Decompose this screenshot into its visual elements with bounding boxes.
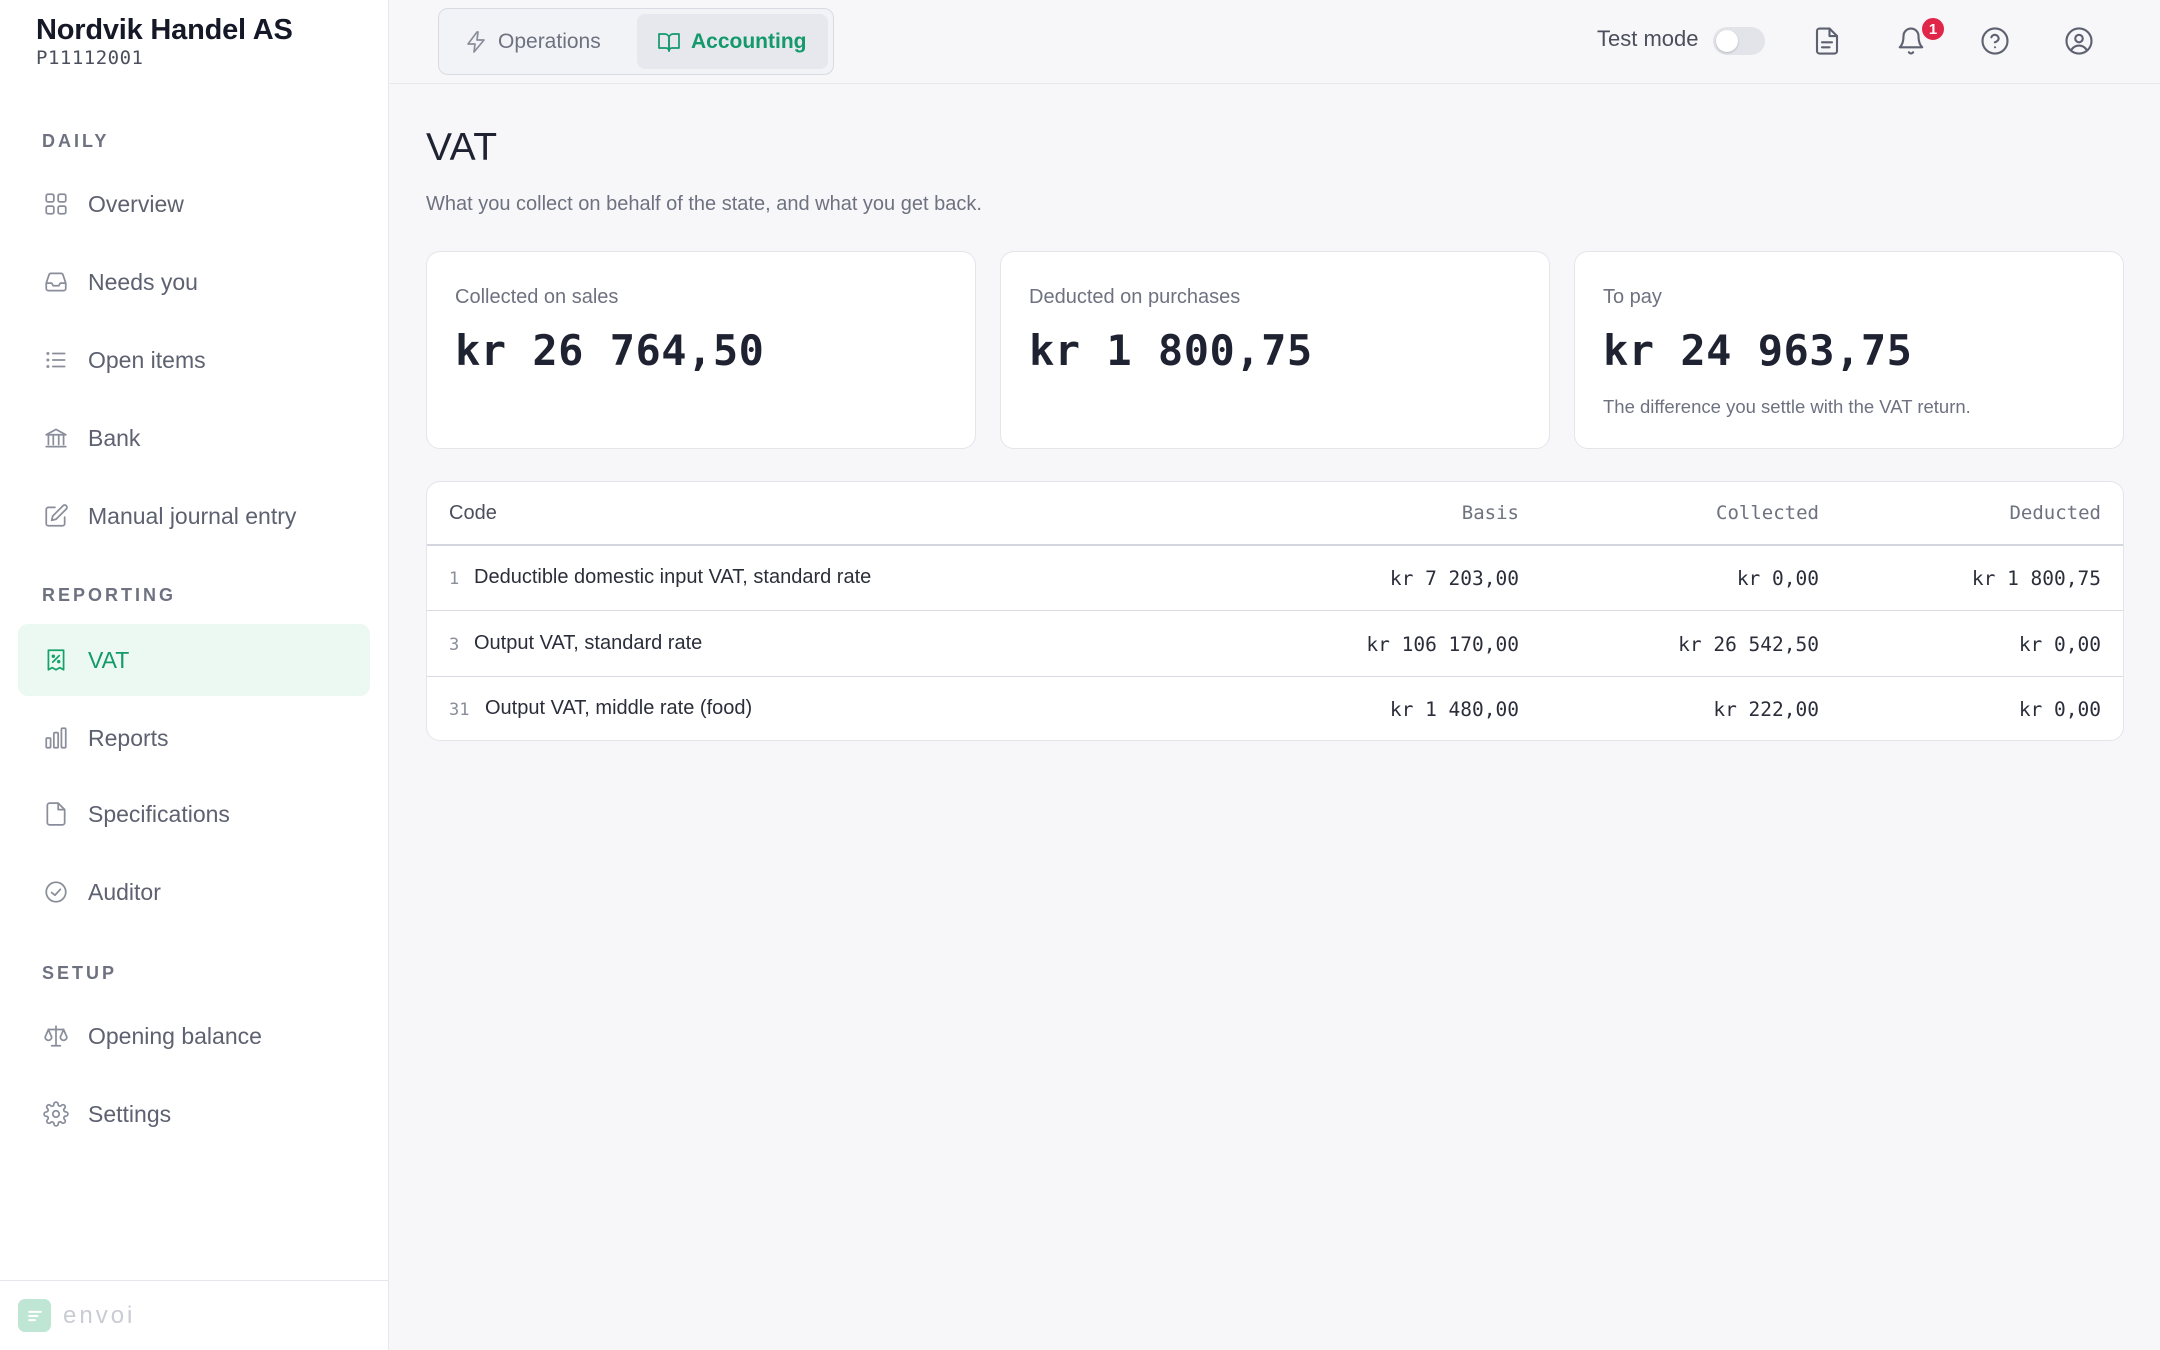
card-label: Collected on sales bbox=[455, 286, 619, 308]
top-bar: Operations Accounting Test mode 1 bbox=[390, 0, 2160, 84]
sidebar-item-label: Open items bbox=[88, 346, 206, 373]
bank-icon bbox=[42, 424, 70, 452]
row-deducted: kr 0,00 bbox=[2018, 633, 2101, 656]
sidebar-item-label: Overview bbox=[88, 190, 184, 217]
sidebar-item-label: Opening balance bbox=[88, 1022, 262, 1049]
row-description: Output VAT, middle rate (food) bbox=[485, 697, 753, 719]
row-basis: kr 106 170,00 bbox=[1366, 633, 1519, 656]
column-header-basis[interactable]: Basis bbox=[1462, 502, 1519, 524]
sidebar-item-bank[interactable]: Bank bbox=[18, 402, 370, 474]
sidebar-item-reports[interactable]: Reports bbox=[18, 702, 370, 774]
row-basis: kr 7 203,00 bbox=[1389, 567, 1519, 590]
card-label: To pay bbox=[1603, 286, 1662, 308]
sidebar-item-label: Reports bbox=[88, 724, 169, 751]
mode-switcher: Operations Accounting bbox=[438, 8, 834, 75]
row-description: Output VAT, standard rate bbox=[474, 632, 703, 654]
notification-badge: 1 bbox=[1920, 16, 1946, 42]
row-collected: kr 0,00 bbox=[1736, 567, 1819, 590]
inbox-icon bbox=[42, 268, 70, 296]
test-mode-toggle[interactable] bbox=[1713, 27, 1765, 55]
section-label-reporting: REPORTING bbox=[42, 585, 177, 605]
grid-icon bbox=[42, 190, 70, 218]
sidebar-footer: envoi bbox=[0, 1280, 389, 1350]
vat-codes-table: Code Basis Collected Deducted 1 Deductib… bbox=[426, 481, 2124, 741]
account-button[interactable] bbox=[2060, 22, 2098, 60]
sidebar-item-settings[interactable]: Settings bbox=[18, 1078, 370, 1150]
sidebar-item-specifications[interactable]: Specifications bbox=[18, 778, 370, 850]
row-collected: kr 26 542,50 bbox=[1678, 633, 1819, 656]
section-label-daily: DAILY bbox=[42, 131, 110, 151]
card-label: Deducted on purchases bbox=[1029, 286, 1241, 308]
scale-icon bbox=[42, 1022, 70, 1050]
column-header-code[interactable]: Code bbox=[449, 502, 497, 525]
pencil-square-icon bbox=[42, 502, 70, 530]
toggle-knob bbox=[1716, 30, 1738, 52]
tab-accounting[interactable]: Accounting bbox=[637, 14, 828, 69]
sidebar-item-label: Settings bbox=[88, 1100, 172, 1127]
document-icon bbox=[1815, 27, 1839, 55]
user-circle-icon bbox=[2065, 27, 2093, 55]
org-name[interactable]: Nordvik Handel AS bbox=[36, 14, 293, 47]
sidebar-item-label: VAT bbox=[88, 646, 130, 673]
sidebar-item-label: Needs you bbox=[88, 268, 198, 295]
card-deducted-on-purchases: Deducted on purchases kr 1 800,75 bbox=[1000, 251, 1550, 449]
list-icon bbox=[42, 346, 70, 374]
table-row[interactable]: 1 Deductible domestic input VAT, standar… bbox=[427, 546, 2123, 611]
row-code: 31 bbox=[449, 700, 470, 720]
row-description: Deductible domestic input VAT, standard … bbox=[474, 566, 872, 588]
sidebar-item-vat[interactable]: VAT bbox=[18, 624, 370, 696]
org-id: P11112001 bbox=[36, 47, 144, 69]
sidebar: Nordvik Handel AS P11112001 DAILY Overvi… bbox=[0, 0, 389, 1350]
help-circle-icon bbox=[1981, 27, 2009, 55]
row-collected: kr 222,00 bbox=[1713, 698, 1819, 721]
table-row[interactable]: 3 Output VAT, standard rate kr 106 170,0… bbox=[427, 612, 2123, 677]
card-value: kr 26 764,50 bbox=[455, 326, 765, 375]
bar-chart-icon bbox=[42, 724, 70, 752]
sidebar-item-opening-balance[interactable]: Opening balance bbox=[18, 1000, 370, 1072]
column-header-deducted[interactable]: Deducted bbox=[2009, 502, 2101, 524]
receipt-percent-icon bbox=[42, 646, 70, 674]
check-circle-icon bbox=[42, 878, 70, 906]
column-header-collected[interactable]: Collected bbox=[1716, 502, 1819, 524]
row-code: 1 bbox=[449, 569, 460, 589]
tab-label: Operations bbox=[498, 29, 601, 53]
sidebar-item-manual-journal-entry[interactable]: Manual journal entry bbox=[18, 480, 370, 552]
sidebar-item-needs-you[interactable]: Needs you bbox=[18, 246, 370, 318]
sidebar-item-open-items[interactable]: Open items bbox=[18, 324, 370, 396]
table-row[interactable]: 31 Output VAT, middle rate (food) kr 1 4… bbox=[427, 677, 2123, 740]
table-header: Code Basis Collected Deducted bbox=[427, 482, 2123, 546]
card-value: kr 24 963,75 bbox=[1603, 326, 1913, 375]
brand-logo-icon bbox=[18, 1299, 51, 1332]
lightning-icon bbox=[467, 30, 485, 53]
brand-name: envoi bbox=[63, 1301, 136, 1329]
book-open-icon bbox=[658, 32, 680, 52]
sidebar-item-label: Auditor bbox=[88, 878, 161, 905]
sidebar-item-overview[interactable]: Overview bbox=[18, 168, 370, 240]
row-deducted: kr 1 800,75 bbox=[1971, 567, 2101, 590]
sidebar-item-label: Bank bbox=[88, 424, 141, 451]
sidebar-item-label: Manual journal entry bbox=[88, 502, 297, 529]
page-subtitle: What you collect on behalf of the state,… bbox=[426, 193, 982, 215]
sidebar-item-auditor[interactable]: Auditor bbox=[18, 856, 370, 928]
row-basis: kr 1 480,00 bbox=[1389, 698, 1519, 721]
sidebar-item-label: Specifications bbox=[88, 800, 230, 827]
documents-button[interactable] bbox=[1808, 22, 1846, 60]
card-collected-on-sales: Collected on sales kr 26 764,50 bbox=[426, 251, 976, 449]
row-code: 3 bbox=[449, 635, 460, 655]
section-label-setup: SETUP bbox=[42, 963, 118, 983]
help-button[interactable] bbox=[1976, 22, 2014, 60]
tab-operations[interactable]: Operations bbox=[444, 14, 637, 69]
page-title: VAT bbox=[426, 126, 498, 169]
test-mode-label: Test mode bbox=[1597, 26, 1699, 51]
row-deducted: kr 0,00 bbox=[2018, 698, 2101, 721]
tab-label: Accounting bbox=[691, 29, 807, 53]
card-to-pay: To pay kr 24 963,75 The difference you s… bbox=[1574, 251, 2124, 449]
gear-icon bbox=[42, 1100, 70, 1128]
card-note: The difference you settle with the VAT r… bbox=[1603, 396, 1971, 417]
card-value: kr 1 800,75 bbox=[1029, 326, 1313, 375]
file-icon bbox=[42, 800, 70, 828]
